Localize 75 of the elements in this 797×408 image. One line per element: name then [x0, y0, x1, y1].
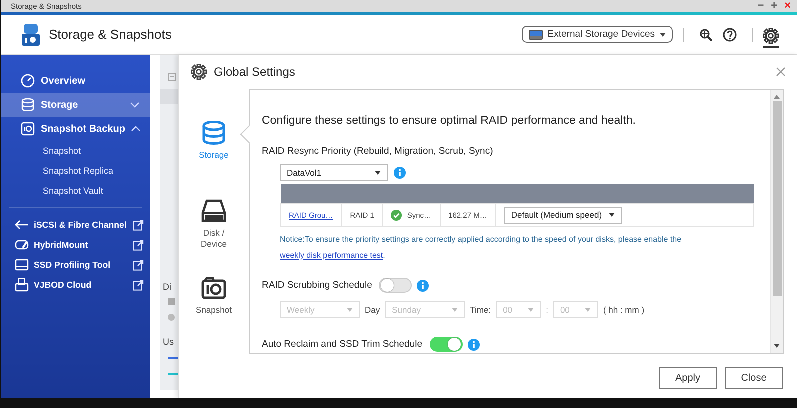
sidebar-item[interactable]: Overview: [1, 69, 150, 93]
help-icon[interactable]: [723, 28, 737, 42]
external-link-icon[interactable]: [133, 280, 144, 290]
scroll-up-icon[interactable]: [774, 95, 780, 99]
database-icon: [21, 98, 35, 112]
field-label: ( hh : mm ): [603, 304, 645, 314]
caret-icon: [375, 170, 381, 174]
panel-label: Di: [162, 282, 172, 292]
section-heading: RAID Resync Priority (Rebuild, Migration, Scrub, Sync): [262, 146, 494, 157]
device-dropdown[interactable]: External Storage Devices: [522, 26, 673, 43]
settings-icon[interactable]: [763, 28, 779, 44]
camera-icon: [21, 122, 35, 136]
performance-test-link[interactable]: weekly disk performance test: [280, 251, 384, 260]
close-button[interactable]: Close: [725, 367, 783, 389]
caret-icon: [660, 32, 666, 36]
gauge-icon: [21, 74, 35, 88]
section-heading: RAID Scrubbing Schedule: [262, 280, 372, 291]
scrollbar-thumb[interactable]: [772, 101, 782, 296]
sidebar-link[interactable]: SSD Profiling Tool: [34, 260, 128, 270]
external-link-icon[interactable]: [133, 220, 144, 230]
field-label: Day: [365, 304, 380, 314]
caret-icon: [347, 308, 353, 312]
minimize-button[interactable]: −: [758, 0, 764, 12]
legend-square: [168, 298, 175, 305]
drive-icon: [528, 30, 543, 40]
app-icon: [21, 22, 41, 46]
external-link-icon[interactable]: [133, 240, 144, 250]
field-label: Time:: [470, 304, 492, 314]
intro-text: Configure these settings to ensure optimal RAID performance and health.: [262, 115, 637, 127]
sidebar-subitem[interactable]: Snapshot: [1, 141, 150, 161]
caret-icon: [585, 308, 592, 312]
priority-dropdown[interactable]: Default (Medium speed): [504, 206, 622, 224]
notice-text: Notice:To ensure the priority settings are correctly applied according to the speed of your disks, please enable the weekly disk performance test.: [280, 234, 683, 262]
settings-tab[interactable]: Snapshot: [192, 276, 236, 354]
sidebar-item[interactable]: Storage: [1, 93, 150, 117]
app-title: Storage & Snapshots: [49, 27, 173, 42]
legend-dot: [168, 314, 175, 321]
time-separator: :: [546, 304, 548, 314]
close-icon[interactable]: [776, 67, 786, 77]
chevron-down-icon[interactable]: [130, 102, 140, 108]
settings-tab[interactable]: Storage: [192, 121, 236, 199]
apply-button[interactable]: Apply: [659, 367, 717, 389]
volume-dropdown[interactable]: DataVol1: [280, 164, 388, 181]
chevron-up-icon[interactable]: [131, 126, 142, 132]
connector-icon: [15, 218, 29, 232]
info-icon[interactable]: [394, 166, 406, 178]
panel-label: Us: [162, 337, 175, 347]
settings-tab[interactable]: Disk / Device: [192, 198, 236, 276]
sidebar-subitem[interactable]: Snapshot Replica: [1, 161, 150, 181]
drive-icon: [15, 238, 29, 252]
check-icon: [391, 210, 402, 220]
caret-icon: [528, 308, 534, 312]
section-heading: Auto Reclaim and SSD Trim Schedule: [262, 339, 423, 350]
maximize-button[interactable]: +: [771, 0, 778, 12]
drive-icon: [201, 198, 227, 223]
magnifier-icon[interactable]: [699, 28, 713, 42]
sidebar-link[interactable]: iSCSI & Fibre Channel: [34, 220, 128, 230]
toggle-switch[interactable]: [430, 337, 463, 352]
caret-icon: [609, 213, 616, 217]
info-icon[interactable]: [468, 338, 480, 350]
ssd-icon: [15, 258, 29, 272]
scroll-down-icon[interactable]: [774, 344, 780, 348]
database-icon: [201, 121, 227, 145]
sidebar-link[interactable]: HybridMount: [34, 240, 128, 250]
info-icon[interactable]: [417, 280, 430, 292]
sidebar-link[interactable]: VJBOD Cloud: [34, 280, 128, 290]
storage-box-icon: [15, 278, 29, 292]
sidebar-item[interactable]: Snapshot Backup: [1, 117, 150, 141]
dialog-title: Global Settings: [214, 65, 296, 79]
panel-icon: [168, 73, 176, 81]
camera-icon: [201, 276, 227, 300]
sidebar-subitem[interactable]: Snapshot Vault: [1, 181, 150, 201]
caret-icon: [452, 308, 458, 312]
external-link-icon[interactable]: [133, 260, 144, 270]
settings-icon: [191, 64, 207, 80]
